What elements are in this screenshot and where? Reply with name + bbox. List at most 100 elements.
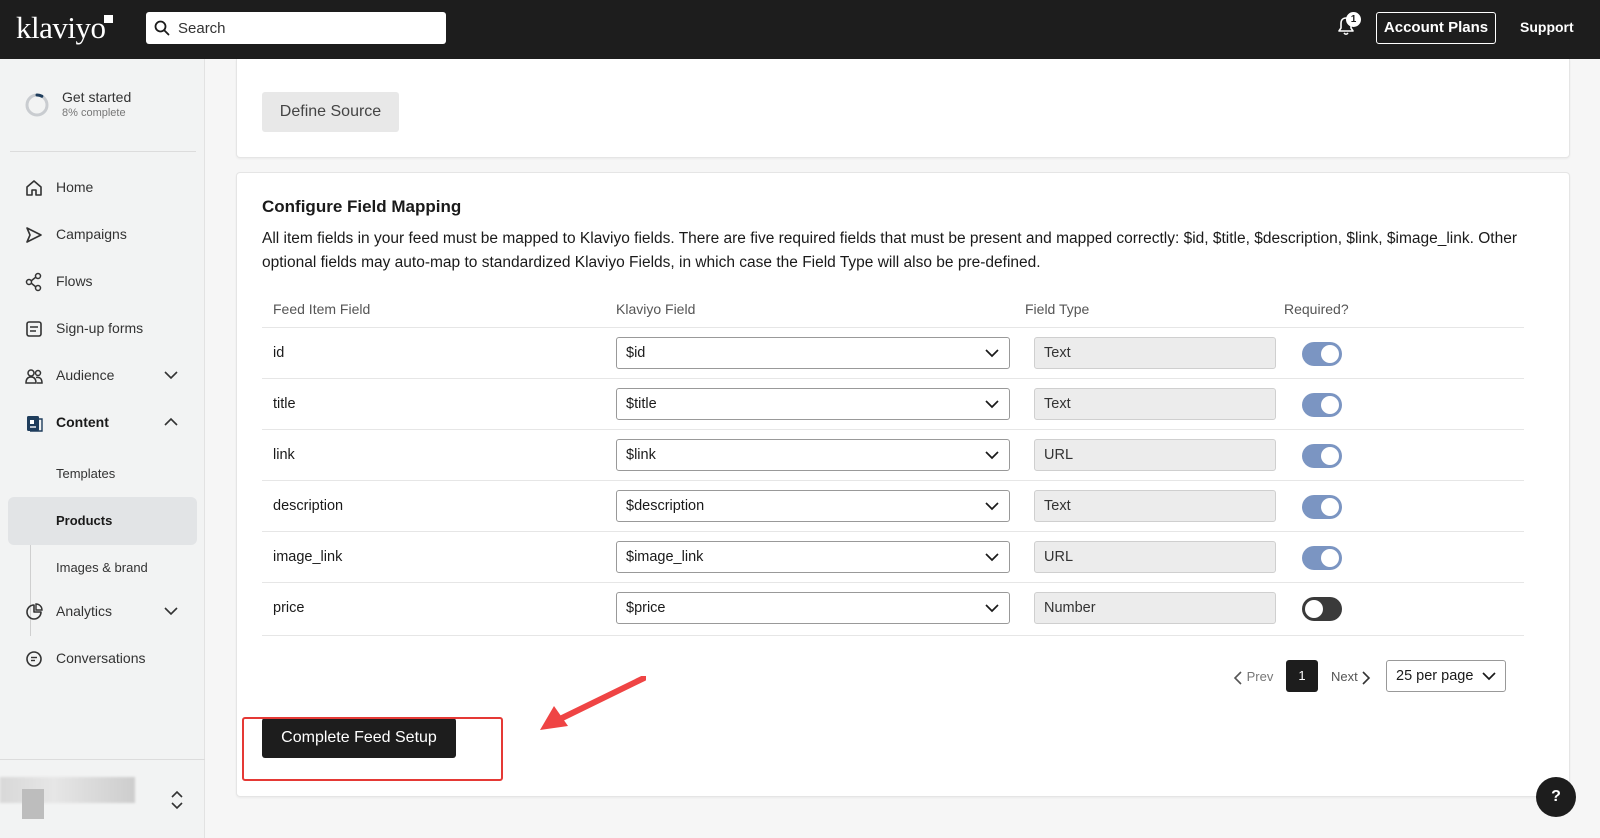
klaviyo-field-select[interactable]: $link (616, 439, 1010, 471)
toggle-knob (1321, 549, 1339, 567)
klaviyo-field-select[interactable]: $id (616, 337, 1010, 369)
get-started-title: Get started (62, 89, 132, 105)
sidebar-item-audience[interactable]: Audience (0, 356, 205, 396)
toggle-knob (1321, 345, 1339, 363)
select-value: $description (626, 498, 705, 514)
chevron-down-icon (985, 502, 999, 511)
select-value: $link (626, 447, 656, 463)
field-type-value: Text (1044, 396, 1071, 412)
support-link[interactable]: Support (1520, 19, 1574, 35)
annotation-arrow-icon (540, 676, 646, 730)
feed-item-field: image_link (273, 549, 343, 565)
section-title: Configure Field Mapping (262, 197, 462, 216)
pagination-prev-label: Prev (1246, 669, 1274, 684)
select-value: $id (626, 345, 646, 361)
select-value: $title (626, 396, 657, 412)
chevron-right-icon (1362, 670, 1371, 685)
account-switcher-icon[interactable] (170, 789, 184, 811)
pagination-next[interactable]: Next (1331, 669, 1371, 685)
pie-chart-icon (26, 603, 43, 620)
sidebar-item-flows[interactable]: Flows (0, 262, 205, 302)
notification-badge: 1 (1346, 12, 1361, 27)
per-page-select[interactable]: 25 per page (1386, 660, 1506, 692)
table-row: description $description Text (262, 480, 1524, 532)
field-type-readonly: Text (1034, 490, 1276, 522)
pagination-current-page[interactable]: 1 (1286, 660, 1318, 692)
field-type-value: Text (1044, 498, 1071, 514)
field-type-readonly: Number (1034, 592, 1276, 624)
chevron-down-icon (1482, 672, 1496, 681)
sidebar-item-signup-forms[interactable]: Sign-up forms (0, 309, 205, 349)
people-icon (25, 369, 43, 384)
field-type-value: URL (1044, 549, 1074, 565)
sidebar: Get started 8% complete Home Campaigns F… (0, 59, 205, 838)
sidebar-item-label: Analytics (56, 603, 113, 619)
sidebar-item-analytics[interactable]: Analytics (0, 592, 205, 632)
chevron-left-icon (1233, 670, 1242, 685)
search-input[interactable] (178, 12, 438, 44)
field-type-readonly: URL (1034, 439, 1276, 471)
top-bar: klaviyo 1 Account Plans Support (0, 0, 1600, 59)
toggle-knob (1321, 447, 1339, 465)
klaviyo-field-select[interactable]: $image_link (616, 541, 1010, 573)
sidebar-item-home[interactable]: Home (0, 168, 205, 208)
sidebar-subitem-label: Products (56, 513, 113, 528)
field-type-readonly: Text (1034, 388, 1276, 420)
toggle-knob (1321, 498, 1339, 516)
sidebar-subitem-templates[interactable]: Templates (8, 450, 197, 498)
required-toggle[interactable] (1302, 597, 1342, 621)
select-value: $image_link (626, 549, 704, 565)
table-row: title $title Text (262, 378, 1524, 430)
section-description: All item fields in your feed must be map… (262, 230, 1517, 271)
field-type-value: Text (1044, 345, 1071, 361)
klaviyo-logo[interactable]: klaviyo (16, 10, 106, 46)
sidebar-subitem-images-brand[interactable]: Images & brand (8, 544, 197, 592)
chevron-down-icon (164, 607, 178, 616)
sidebar-divider (10, 151, 196, 152)
search-icon (154, 20, 170, 36)
klaviyo-field-select[interactable]: $description (616, 490, 1010, 522)
get-started-progress[interactable]: Get started 8% complete (24, 89, 194, 129)
logo-flag-icon (104, 15, 113, 23)
sidebar-divider (0, 759, 205, 760)
sidebar-item-label: Home (56, 179, 94, 195)
get-started-progress-text: 8% complete (62, 107, 126, 119)
field-type-readonly: URL (1034, 541, 1276, 573)
required-toggle[interactable] (1302, 495, 1342, 519)
required-toggle[interactable] (1302, 393, 1342, 417)
content-icon (27, 416, 43, 432)
pagination-prev[interactable]: Prev (1233, 669, 1273, 685)
sidebar-item-content[interactable]: Content (0, 403, 205, 443)
highlight-box (242, 717, 503, 781)
sidebar-subitem-label: Templates (56, 466, 116, 481)
feed-item-field: id (273, 345, 285, 361)
required-toggle[interactable] (1302, 546, 1342, 570)
column-header: Feed Item Field (273, 301, 371, 317)
sidebar-item-label: Conversations (56, 650, 146, 666)
required-toggle[interactable] (1302, 444, 1342, 468)
help-button[interactable]: ? (1536, 777, 1576, 817)
table-row: link $link URL (262, 429, 1524, 481)
chevron-down-icon (985, 553, 999, 562)
account-plans-button[interactable]: Account Plans (1376, 12, 1496, 44)
field-type-value: URL (1044, 447, 1074, 463)
klaviyo-field-select[interactable]: $price (616, 592, 1010, 624)
column-header: Required? (1284, 301, 1349, 317)
field-type-value: Number (1044, 600, 1096, 616)
home-icon (26, 180, 42, 196)
account-avatar-redacted (22, 789, 44, 819)
search-box[interactable] (146, 12, 446, 44)
sidebar-item-label: Campaigns (56, 226, 127, 242)
sidebar-subitem-products[interactable]: Products (8, 497, 197, 545)
chevron-down-icon (164, 371, 178, 380)
toggle-knob (1305, 600, 1323, 618)
sidebar-item-conversations[interactable]: Conversations (0, 639, 205, 679)
define-source-button[interactable]: Define Source (262, 92, 399, 132)
send-icon (26, 227, 42, 243)
sidebar-subitem-label: Images & brand (56, 560, 148, 575)
klaviyo-field-select[interactable]: $title (616, 388, 1010, 420)
pagination-next-label: Next (1331, 669, 1358, 684)
required-toggle[interactable] (1302, 342, 1342, 366)
sidebar-item-campaigns[interactable]: Campaigns (0, 215, 205, 255)
table-bottom-border (262, 635, 1524, 636)
